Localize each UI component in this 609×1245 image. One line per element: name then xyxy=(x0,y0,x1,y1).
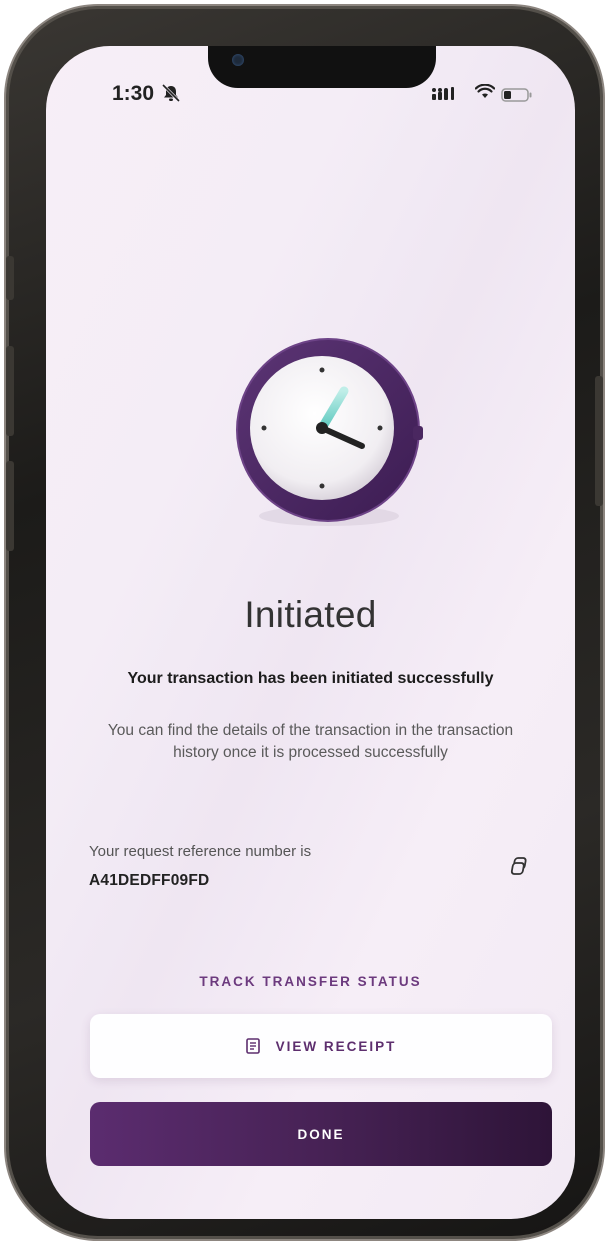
done-label: DONE xyxy=(297,1126,345,1142)
volume-up-button xyxy=(6,346,14,436)
transaction-result-screen: 1:30 Initiated Your transaction has been… xyxy=(46,46,575,1219)
front-camera xyxy=(232,54,244,66)
result-title: Initiated xyxy=(244,594,377,635)
done-button[interactable]: DONE xyxy=(90,1102,552,1166)
view-receipt-button[interactable]: VIEW RECEIPT xyxy=(90,1014,552,1078)
volume-down-button xyxy=(6,461,14,551)
bell-slash-icon xyxy=(161,84,181,102)
battery-icon xyxy=(501,88,532,102)
home-indicator xyxy=(236,1204,385,1209)
result-details: You can find the details of the transact… xyxy=(107,722,514,761)
status-icons xyxy=(427,84,535,104)
signal-icon xyxy=(432,87,454,100)
wifi-icon xyxy=(475,84,495,98)
power-button xyxy=(595,376,603,506)
reference-number: A41DEDFF09FD xyxy=(89,872,210,889)
camera-notch xyxy=(208,46,436,88)
track-transfer-status-link[interactable]: TRACK TRANSFER STATUS xyxy=(46,974,575,989)
silent-switch xyxy=(6,256,14,300)
reference-label: Your request reference number is xyxy=(89,843,312,860)
status-time: 1:30 xyxy=(112,82,155,105)
result-subtitle: Your transaction has been initiated succ… xyxy=(127,670,494,687)
screen: 1:30 Initiated Your transaction has been… xyxy=(46,46,575,1219)
phone-frame: 1:30 Initiated Your transaction has been… xyxy=(6,6,603,1239)
receipt-icon xyxy=(245,1038,260,1054)
copy-icon[interactable] xyxy=(509,856,529,876)
view-receipt-label: VIEW RECEIPT xyxy=(275,1038,397,1054)
clock-icon xyxy=(236,338,423,526)
